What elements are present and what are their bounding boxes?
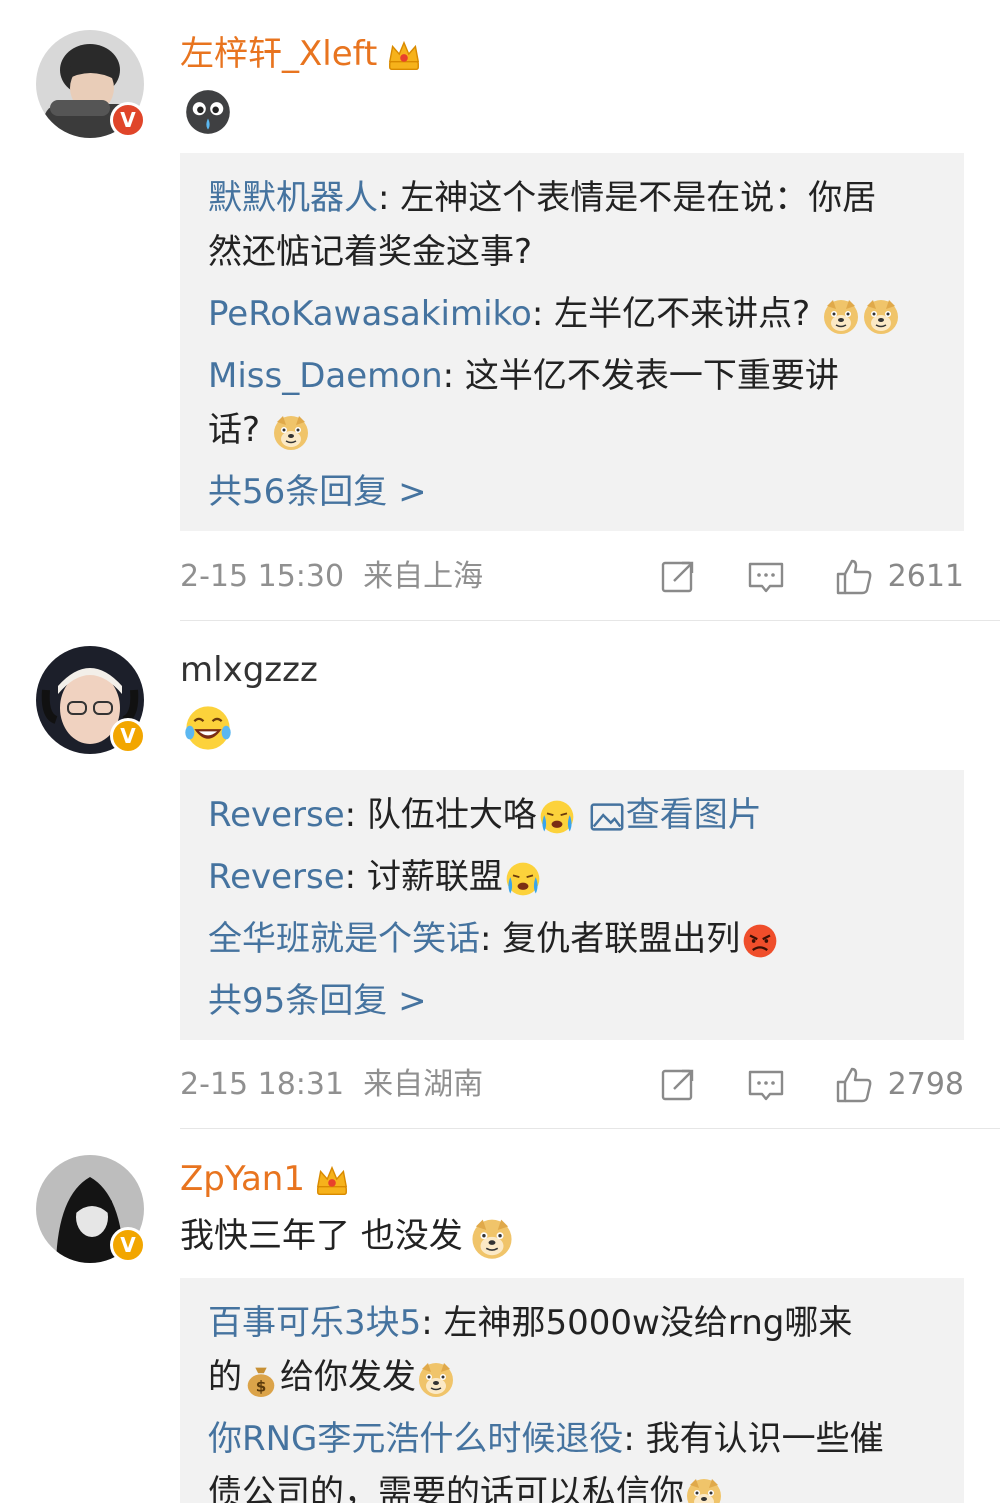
reply-author[interactable]: PeRoKawasakimiko — [208, 294, 532, 334]
reply-separator: : — [421, 1303, 444, 1343]
action-bar: 2798 — [658, 1060, 964, 1110]
verified-badge: V — [110, 1227, 146, 1263]
reply-author[interactable]: 默默机器人 — [208, 178, 378, 218]
reply-author[interactable]: 你RNG李元浩什么时候退役 — [208, 1419, 623, 1459]
reply-item[interactable]: Miss_Daemon: 这半亿不发表一下重要讲 话? — [208, 349, 936, 457]
reply-item[interactable]: Reverse: 队伍壮大咯 查看图片 — [208, 788, 936, 842]
doge-emoji-icon — [821, 296, 861, 336]
reply-separator: : — [378, 178, 401, 218]
username[interactable]: 左梓轩_Xleft — [180, 32, 423, 76]
reply-text: 左半亿不来讲点? — [554, 294, 811, 334]
crown-icon — [385, 37, 423, 75]
reply-box: Reverse: 队伍壮大咯 查看图片 Reverse: 讨薪联盟 全华班就是个… — [180, 770, 964, 1040]
doge-emoji-icon — [271, 412, 311, 452]
comment-text: 我快三年了 也没发 — [180, 1211, 515, 1261]
reply-text: 给你发发 — [280, 1357, 416, 1397]
reply-text: 的 — [208, 1357, 242, 1397]
reply-item[interactable]: PeRoKawasakimiko: 左半亿不来讲点? — [208, 287, 936, 341]
like-count: 2611 — [887, 559, 964, 594]
reply-text: 左神那5000w没给rng哪来 — [443, 1303, 853, 1343]
share-icon[interactable] — [658, 557, 698, 597]
share-icon[interactable] — [658, 1065, 698, 1105]
comment-icon[interactable] — [746, 557, 786, 597]
reply-text: 债公司的，需要的话可以私信你 — [208, 1473, 684, 1503]
username[interactable]: ZpYan1 — [180, 1157, 351, 1201]
divider — [180, 1128, 1000, 1129]
reply-box: 默默机器人: 左神这个表情是不是在说：你居 然还惦记着奖金这事? PeRoKaw… — [180, 153, 964, 531]
money-bag-icon — [242, 1360, 280, 1398]
reply-text: 这半亿不发表一下重要讲 — [464, 356, 839, 396]
username-text[interactable]: ZpYan1 — [180, 1159, 305, 1199]
reply-author[interactable]: Miss_Daemon — [208, 356, 443, 396]
image-icon — [588, 798, 626, 836]
sob-emoji-icon — [503, 859, 543, 899]
timestamp: 2-15 18:31 来自湖南 — [180, 1060, 483, 1110]
like-count: 2798 — [887, 1067, 964, 1102]
reply-author[interactable]: 全华班就是个笑话 — [208, 919, 480, 959]
reply-text: 然还惦记着奖金这事? — [208, 232, 533, 272]
reply-text: 我有认识一些催 — [645, 1419, 884, 1459]
reply-text: 队伍壮大咯 — [366, 795, 537, 835]
comment-meta: 2-15 15:30 来自上海 2611 — [180, 552, 964, 602]
reply-box: 百事可乐3块5: 左神那5000w没给rng哪来 的给你发发 你RNG李元浩什么… — [180, 1278, 964, 1503]
reply-separator: : — [531, 294, 555, 334]
reply-item[interactable]: 百事可乐3块5: 左神那5000w没给rng哪来 的给你发发 — [208, 1296, 936, 1404]
doge-emoji-icon — [416, 1359, 456, 1399]
reply-separator: : — [344, 857, 367, 897]
reply-text: 话? — [208, 410, 261, 450]
more-replies-link[interactable]: 共95条回复 > — [208, 974, 936, 1028]
more-replies-link[interactable]: 共56条回复 > — [208, 465, 936, 519]
sob-emoji-icon — [537, 797, 577, 837]
angry-emoji-icon — [740, 921, 780, 961]
reply-item[interactable]: 你RNG李元浩什么时候退役: 我有认识一些催 债公司的，需要的话可以私信你 — [208, 1412, 936, 1503]
avatar[interactable]: V — [36, 1155, 146, 1263]
verified-badge: V — [110, 102, 146, 138]
comment-icon[interactable] — [746, 1065, 786, 1105]
time-text: 2-15 15:30 — [180, 559, 345, 594]
avatar[interactable]: V — [36, 646, 146, 754]
view-image-link[interactable]: 查看图片 — [588, 795, 762, 835]
username-text[interactable]: 左梓轩_Xleft — [180, 34, 377, 74]
reply-separator: : — [623, 1419, 646, 1459]
comment-meta: 2-15 18:31 来自湖南 2798 — [180, 1060, 964, 1110]
divider — [180, 620, 1000, 621]
laughing-tears-emoji-icon — [183, 703, 233, 753]
reply-separator: : — [442, 356, 465, 396]
username[interactable]: mlxgzzz — [180, 648, 318, 692]
timestamp: 2-15 15:30 来自上海 — [180, 552, 483, 602]
reply-item[interactable]: 默默机器人: 左神这个表情是不是在说：你居 然还惦记着奖金这事? — [208, 171, 936, 279]
reply-text: 讨薪联盟 — [366, 857, 503, 897]
view-image-text[interactable]: 查看图片 — [626, 795, 762, 835]
like-icon[interactable] — [834, 1065, 874, 1105]
doge-emoji-icon — [861, 296, 901, 336]
verified-badge: V — [110, 718, 146, 754]
doge-emoji-icon — [684, 1475, 724, 1503]
location-text: 来自上海 — [363, 559, 484, 594]
action-bar: 2611 — [658, 552, 964, 602]
reply-author[interactable]: 百事可乐3块5 — [208, 1303, 421, 1343]
avatar[interactable]: V — [36, 30, 146, 138]
reply-item[interactable]: Reverse: 讨薪联盟 — [208, 850, 936, 904]
doge-emoji-icon — [469, 1215, 515, 1261]
comment-body: 我快三年了 也没发 — [180, 1216, 463, 1256]
reply-author[interactable]: Reverse — [208, 857, 345, 897]
like-icon[interactable] — [834, 557, 874, 597]
time-text: 2-15 18:31 — [180, 1067, 345, 1102]
location-text: 来自湖南 — [363, 1067, 484, 1102]
reply-item[interactable]: 全华班就是个笑话: 复仇者联盟出列 — [208, 912, 936, 966]
reply-separator: : — [344, 795, 367, 835]
reply-separator: : — [480, 919, 503, 959]
crying-bomb-emoji-icon — [184, 88, 232, 136]
crown-icon — [313, 1162, 351, 1200]
reply-text: 复仇者联盟出列 — [502, 919, 741, 959]
reply-text: 左神这个表情是不是在说：你居 — [400, 178, 877, 218]
reply-author[interactable]: Reverse — [208, 795, 345, 835]
